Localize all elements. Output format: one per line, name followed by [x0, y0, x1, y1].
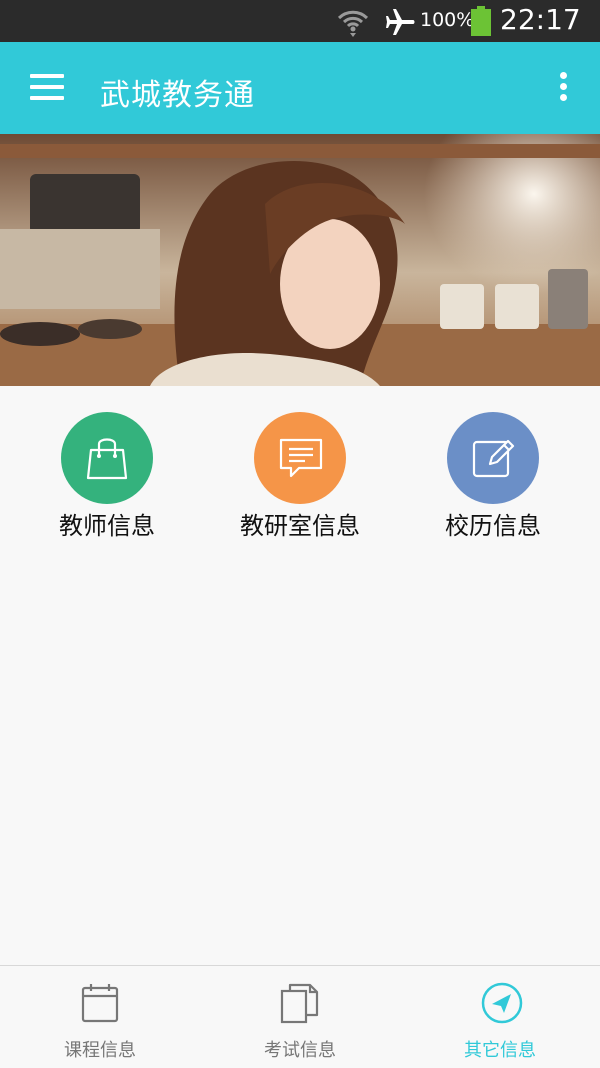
menu-icon[interactable]: [30, 74, 64, 102]
calendar-info-icon-circle: [447, 412, 539, 504]
grid-item-office-info[interactable]: 教研室信息: [200, 386, 400, 556]
office-info-icon-circle: [254, 412, 346, 504]
banner-carousel[interactable]: [0, 134, 600, 386]
tab-course-info[interactable]: 课程信息: [0, 966, 200, 1068]
shopping-bag-icon: [86, 438, 128, 480]
tab-exam-info[interactable]: 考试信息: [200, 966, 400, 1068]
tab-label: 其它信息: [464, 1040, 536, 1061]
calendar-icon: [81, 984, 119, 1023]
feature-grid: 教师信息 教研室信息 校历信息: [0, 386, 600, 556]
edit-icon: [472, 439, 515, 478]
tab-other-info[interactable]: 其它信息: [400, 966, 600, 1068]
chat-bubble-icon: [279, 438, 323, 478]
grid-item-label: 教师信息: [59, 512, 155, 540]
tab-label: 课程信息: [64, 1040, 136, 1061]
banner-image: [0, 134, 600, 386]
wifi-icon: [337, 10, 369, 37]
airplane-icon: [386, 9, 415, 35]
clock: 22:17: [500, 3, 581, 36]
battery-icon: [471, 6, 491, 36]
grid-item-calendar-info[interactable]: 校历信息: [393, 386, 593, 556]
app-bar: 武城教务通: [0, 42, 600, 134]
documents-icon: [280, 983, 319, 1024]
grid-item-label: 教研室信息: [240, 512, 360, 540]
bottom-navigation: 课程信息 考试信息 其它信息: [0, 965, 600, 1068]
teacher-info-icon-circle: [61, 412, 153, 504]
page-title: 武城教务通: [100, 78, 255, 113]
tab-label: 考试信息: [264, 1040, 336, 1061]
battery-percent: 100%: [420, 9, 475, 31]
navigation-icon: [481, 982, 523, 1024]
grid-item-label: 校历信息: [445, 512, 541, 540]
status-bar: 100% 22:17: [0, 0, 600, 42]
grid-item-teacher-info[interactable]: 教师信息: [7, 386, 207, 556]
more-vert-icon[interactable]: [556, 72, 570, 106]
